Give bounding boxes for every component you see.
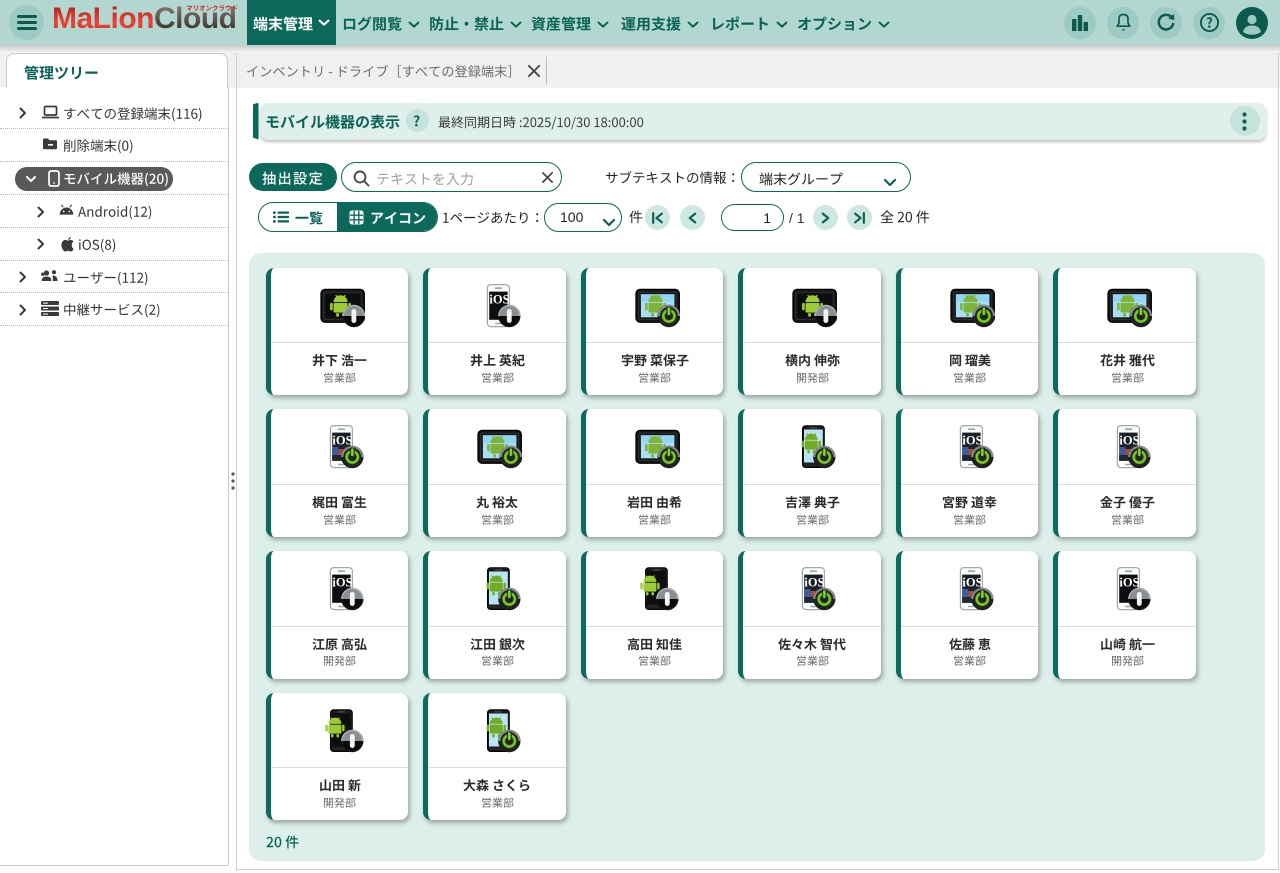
svg-text:iOS: iOS [804, 576, 824, 590]
svg-text:iOS: iOS [489, 292, 509, 306]
svg-text:iOS: iOS [962, 434, 982, 448]
svg-text:iOS: iOS [1119, 434, 1139, 448]
svg-text:iOS: iOS [962, 576, 982, 590]
svg-text:iOS: iOS [332, 576, 352, 590]
svg-text:iOS: iOS [332, 434, 352, 448]
svg-text:iOS: iOS [1119, 576, 1139, 590]
